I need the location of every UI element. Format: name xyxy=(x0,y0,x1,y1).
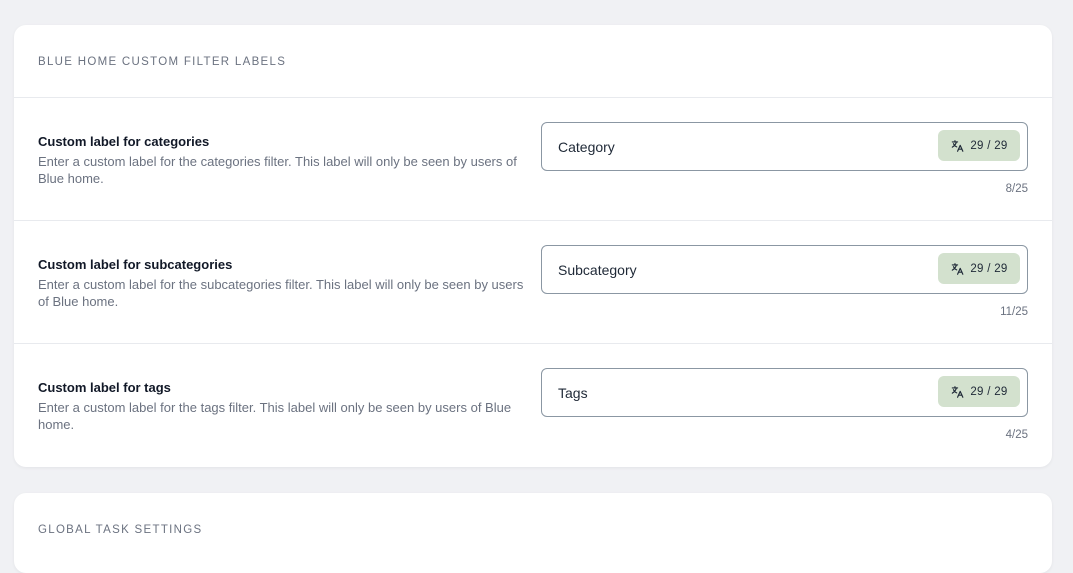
row-description: Enter a custom label for the tags filter… xyxy=(38,400,512,432)
categories-label-input[interactable] xyxy=(542,123,922,170)
categories-label-field[interactable]: 29 / 29 xyxy=(541,122,1028,171)
row-description: Enter a custom label for the subcategori… xyxy=(38,277,524,309)
subcategories-label-field[interactable]: 29 / 29 xyxy=(541,245,1028,294)
tags-label-input[interactable] xyxy=(542,369,922,416)
row-text: Custom label for categories Enter a cust… xyxy=(38,133,528,187)
card-header: GLOBAL TASK SETTINGS xyxy=(14,493,1052,566)
char-counter: 8/25 xyxy=(1005,183,1028,195)
char-counter: 4/25 xyxy=(1005,429,1028,441)
translations-button[interactable]: 29 / 29 xyxy=(938,376,1020,407)
row-label: Custom label for categories xyxy=(38,134,210,149)
translations-count: 29 / 29 xyxy=(970,139,1008,152)
row-label: Custom label for subcategories xyxy=(38,257,233,272)
filter-labels-card: BLUE HOME CUSTOM FILTER LABELS Custom la… xyxy=(14,25,1052,467)
setting-row-categories: Custom label for categories Enter a cust… xyxy=(14,98,1052,221)
section-title: BLUE HOME CUSTOM FILTER LABELS xyxy=(38,56,287,68)
tags-label-field[interactable]: 29 / 29 xyxy=(541,368,1028,417)
translate-icon xyxy=(950,139,964,153)
translate-icon xyxy=(950,385,964,399)
char-counter: 11/25 xyxy=(1000,306,1028,318)
translations-button[interactable]: 29 / 29 xyxy=(938,253,1020,284)
row-description: Enter a custom label for the categories … xyxy=(38,154,517,186)
global-task-settings-card: GLOBAL TASK SETTINGS xyxy=(14,493,1052,573)
section-title: GLOBAL TASK SETTINGS xyxy=(38,524,203,536)
subcategories-label-input[interactable] xyxy=(542,246,922,293)
translations-button[interactable]: 29 / 29 xyxy=(938,130,1020,161)
setting-row-tags: Custom label for tags Enter a custom lab… xyxy=(14,344,1052,467)
card-header: BLUE HOME CUSTOM FILTER LABELS xyxy=(14,25,1052,98)
row-text: Custom label for tags Enter a custom lab… xyxy=(38,379,528,433)
translations-count: 29 / 29 xyxy=(970,262,1008,275)
setting-row-subcategories: Custom label for subcategories Enter a c… xyxy=(14,221,1052,344)
translations-count: 29 / 29 xyxy=(970,385,1008,398)
row-text: Custom label for subcategories Enter a c… xyxy=(38,256,528,310)
row-label: Custom label for tags xyxy=(38,380,171,395)
translate-icon xyxy=(950,262,964,276)
